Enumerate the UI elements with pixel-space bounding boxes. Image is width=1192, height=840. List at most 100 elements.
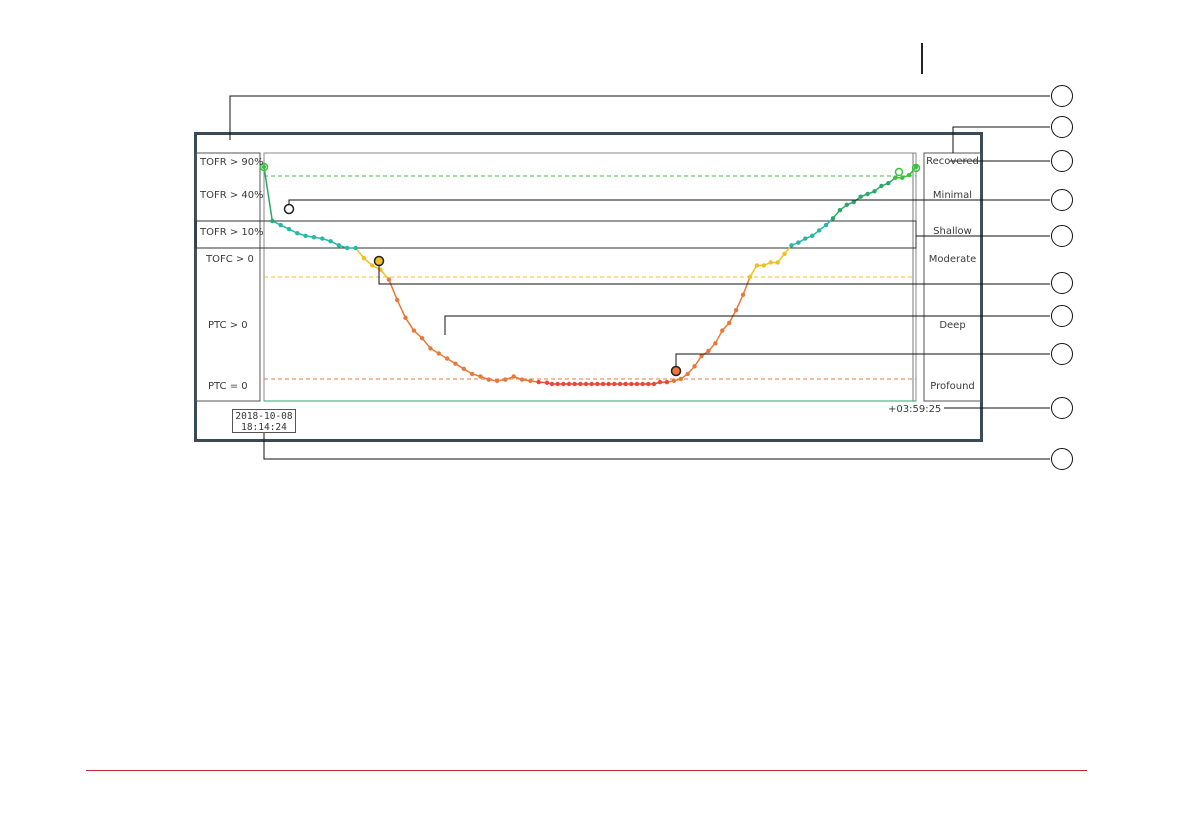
trend-point [634,381,640,387]
trend-point [899,175,905,180]
trend-point [361,255,367,261]
trend-point [461,366,466,371]
trend-point [692,364,697,369]
trend-point [270,218,275,224]
trend-point [544,380,550,385]
callout-number-badge [1051,150,1073,172]
trend-segment [404,317,415,331]
trend-point [583,381,589,387]
trend-point [803,236,808,241]
trend-point [403,315,408,320]
trend-point [872,189,877,194]
trend-point [858,194,863,199]
trend-point [303,233,308,239]
trend-point [671,378,677,384]
footer-rule [86,770,1087,771]
trend-segment [742,276,751,296]
trend-point [623,381,628,387]
trend-series [261,164,919,387]
trend-point [572,381,577,387]
trend-point [436,351,441,356]
trend-point [810,233,815,239]
trend-point [706,348,711,354]
start-timestamp: 2018-10-08 18:14:24 [232,409,296,433]
trend-segment [263,166,274,222]
right-label-profound: Profound [930,381,975,392]
event-marker [670,365,682,377]
trend-point [278,222,283,228]
trend-point [528,378,533,384]
right-label-recovered: Recovered [926,156,979,167]
trend-segment [388,279,398,301]
callout-number-badge [1051,397,1073,419]
trend-point [657,379,663,385]
trend-point [328,239,333,244]
trend-point [286,226,292,232]
callout-number-badge [1051,85,1073,107]
trend-point [747,274,753,280]
trend-point [640,381,645,387]
right-label-deep: Deep [939,320,966,331]
trend-point [578,381,583,387]
trend-point [561,381,566,387]
chart-svg [195,85,1073,470]
trend-point [386,277,392,282]
trend-point [617,381,623,387]
trend-point [754,263,760,268]
right-label-shallow: Shallow [933,226,972,237]
callout-number-badge [1051,225,1073,247]
trend-point [740,292,746,298]
callout-number-badge [1051,272,1073,294]
left-label-tofr10: TOFR > 10% [200,227,264,238]
left-label-tofc: TOFC > 0 [206,254,254,265]
trend-point [394,297,400,303]
left-label-tofr90: TOFR > 90% [200,157,264,168]
trend-point [837,208,843,213]
trend-segment [396,299,407,319]
trend-point [453,361,458,366]
trend-point [664,379,670,385]
trend-point [733,307,739,313]
event-marker [894,167,904,177]
trend-point [823,222,829,228]
trend-point [370,263,375,268]
trend-point [685,371,690,377]
trend-point [595,381,600,387]
trend-point [886,181,891,186]
trend-point [699,353,704,359]
trend-point [549,381,555,387]
callout-leader [263,433,1050,460]
trend-point [519,377,525,382]
callout-number-badge [1051,305,1073,327]
event-marker [283,203,295,215]
trend-point [320,236,325,241]
trend-point [411,328,417,333]
event-marker [373,255,385,267]
trend-point [606,381,611,387]
trend-point [295,230,300,236]
trend-point [536,379,541,385]
trend-point [720,328,725,333]
trend-point [444,356,450,361]
trend-point [816,228,822,233]
callout-leader [229,95,1050,140]
trend-point [629,381,634,387]
trend-point [761,263,766,268]
elapsed-time: +03:59:25 [888,404,942,415]
start-date: 2018-10-08 [235,411,293,422]
screen: TOFR > 90% TOFR > 40% TOFR > 10% TOFC > … [0,0,1192,840]
trend-point [678,376,683,382]
trend-point [336,243,342,248]
callout-leader [952,126,1050,153]
trend-point [851,199,856,205]
trend-segment [735,294,744,311]
trend-point [879,183,884,189]
start-time: 18:14:24 [241,422,287,433]
trend-point [713,341,718,346]
trend-point [469,371,475,377]
trend-point [782,251,787,256]
trend-point [844,202,850,207]
trend-point [768,260,773,265]
trend-point [796,240,801,245]
trend-point [651,381,657,387]
